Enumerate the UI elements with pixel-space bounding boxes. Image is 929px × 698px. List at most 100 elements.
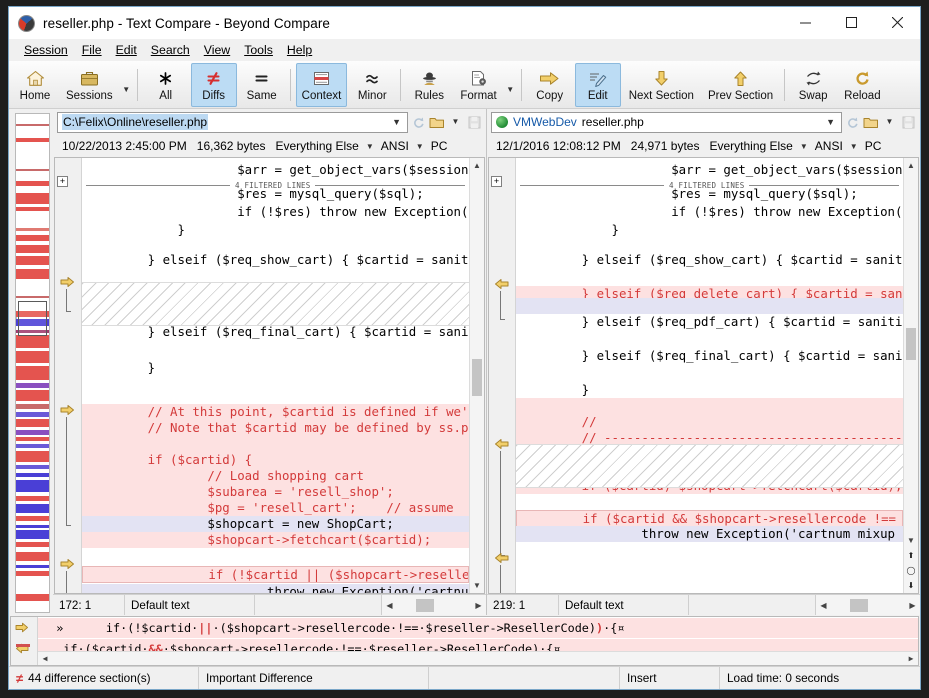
left-filter-value[interactable]: Everything Else	[272, 139, 361, 153]
code-line[interactable]: $shopcart->fetchcart($cartid);	[82, 532, 469, 548]
menu-session[interactable]: Session	[17, 40, 75, 60]
left-scroll-thumb[interactable]	[472, 359, 482, 396]
code-line[interactable]	[82, 378, 469, 394]
code-line[interactable]: } elseif ($req_final_cart) { $cartid = s…	[82, 324, 469, 340]
menu-tools[interactable]: Tools	[237, 40, 280, 60]
menu-search[interactable]: Search	[144, 40, 197, 60]
code-line[interactable]: }	[82, 360, 469, 376]
right-line-ending[interactable]: PC	[862, 139, 885, 153]
format-dropdown-caret[interactable]: ▼	[504, 63, 517, 107]
code-line[interactable]: // Load shopping cart	[82, 468, 469, 484]
toolbar-rules-button[interactable]: Rules	[406, 63, 452, 107]
detail-text-area[interactable]: if·($cartid·&&·$shopcart->resellercode·!…	[38, 617, 918, 665]
expand-filtered-lines-button[interactable]: +	[491, 176, 502, 187]
code-line[interactable]: $arr = get_object_vars($session);	[82, 162, 469, 178]
left-path-input[interactable]: C:\Felix\Online\reseller.php ▼	[57, 111, 408, 133]
toolbar-diffs-button[interactable]: Diffs	[190, 62, 237, 107]
code-line[interactable]	[516, 332, 903, 348]
code-line[interactable]: $arr = get_object_vars($session);	[516, 162, 903, 178]
left-editor[interactable]: + $arr = get_object_vars($session); $res…	[54, 157, 485, 594]
right-refresh-icon[interactable]	[842, 112, 861, 133]
right-encoding-value[interactable]: ANSI	[812, 139, 846, 153]
copy-to-right-marker[interactable]	[60, 276, 75, 291]
code-line[interactable]: if (!$res) throw new Exception('fa:	[516, 204, 903, 220]
right-hscroll-left-arrow[interactable]: ◀	[816, 601, 831, 610]
code-line[interactable]: $subarea = 'resell_shop';	[82, 484, 469, 500]
detail-line[interactable]: » if·(!$cartid·||·($shopcart->resellerco…	[38, 618, 918, 638]
toolbar-next-section-button[interactable]: Next Section	[623, 63, 700, 107]
right-path-input[interactable]: VMWebDev reseller.php ▼	[491, 111, 842, 133]
difference-map-track[interactable]	[15, 113, 50, 613]
right-hscroll-thumb[interactable]	[850, 598, 868, 612]
left-save-icon[interactable]	[465, 112, 484, 133]
menu-help[interactable]: Help	[280, 40, 319, 60]
left-filter-caret[interactable]: ▼	[366, 142, 374, 151]
toolbar-minor-button[interactable]: Minor	[349, 63, 395, 107]
difference-map[interactable]	[9, 109, 53, 615]
copy-to-left-marker[interactable]	[494, 552, 509, 567]
scroll-center-difference-button[interactable]: ◯	[904, 563, 918, 578]
right-code-area[interactable]: $arr = get_object_vars($session); $res =…	[516, 158, 903, 593]
expand-filtered-lines-button[interactable]: +	[57, 176, 68, 187]
maximize-button[interactable]	[828, 7, 874, 38]
right-scroll-thumb[interactable]	[906, 327, 916, 361]
right-save-icon[interactable]	[899, 112, 918, 133]
code-line[interactable]	[82, 550, 469, 566]
right-browse-folder-icon[interactable]	[861, 112, 880, 133]
right-gutter[interactable]: +	[489, 158, 516, 593]
detail-hscroll-right-arrow[interactable]: ▶	[904, 654, 918, 663]
code-line[interactable]: } elseif ($req_final_cart) { $cartid = s…	[516, 348, 903, 364]
detail-compare-pane[interactable]: if·($cartid·&&·$shopcart->resellercode·!…	[10, 616, 919, 666]
left-browse-folder-icon[interactable]	[427, 112, 446, 133]
right-encoding-caret[interactable]: ▼	[850, 142, 858, 151]
scroll-first-difference-button[interactable]: ⬆	[904, 548, 918, 563]
code-line[interactable]: $shopcart = new ShopCart;	[82, 516, 469, 532]
code-line[interactable]: // At this point, $cartid is defined if …	[82, 404, 469, 420]
toolbar-swap-button[interactable]: Swap	[790, 63, 836, 107]
left-browse-dropdown-caret[interactable]: ▼	[446, 112, 465, 133]
copy-to-left-marker[interactable]	[494, 438, 509, 453]
left-line-ending[interactable]: PC	[428, 139, 451, 153]
code-line[interactable]: if ($cartid && $shopcart->resellercode !…	[516, 510, 903, 527]
left-scroll-down-arrow[interactable]: ▼	[470, 578, 484, 593]
left-code-area[interactable]: $arr = get_object_vars($session); $res =…	[82, 158, 469, 593]
left-refresh-icon[interactable]	[408, 112, 427, 133]
left-path-dropdown-caret[interactable]: ▼	[388, 117, 405, 127]
menu-file[interactable]: File	[75, 40, 109, 60]
code-line[interactable]	[516, 398, 903, 414]
code-line[interactable]	[516, 366, 903, 382]
code-line[interactable]	[516, 270, 903, 286]
code-line[interactable]	[82, 342, 469, 358]
menu-view[interactable]: View	[197, 40, 237, 60]
left-gutter[interactable]: +	[55, 158, 82, 593]
right-path-dropdown-caret[interactable]: ▼	[822, 117, 839, 127]
code-line[interactable]: }	[82, 222, 469, 238]
code-line[interactable]: }	[516, 382, 903, 398]
right-editor[interactable]: + $arr = get_object_vars($session); $res…	[488, 157, 919, 594]
diff-map-viewport[interactable]	[18, 300, 47, 336]
code-line[interactable]: $pg = 'resell_cart'; // assume	[82, 500, 469, 516]
left-hscroll-thumb[interactable]	[416, 598, 434, 612]
code-line[interactable]: } elseif ($req_pdf_cart) { $cartid = san…	[516, 314, 903, 330]
right-hscroll-track[interactable]	[831, 598, 905, 612]
right-horizontal-scrollbar[interactable]: ◀ ▶	[816, 595, 920, 615]
close-button[interactable]	[874, 7, 920, 38]
code-line[interactable]: if (!$res) throw new Exception('fai	[82, 204, 469, 220]
toolbar-copy-button[interactable]: Copy	[527, 63, 573, 107]
left-hscroll-track[interactable]	[397, 598, 471, 612]
left-scroll-track[interactable]	[470, 173, 484, 578]
left-horizontal-scrollbar[interactable]: ◀ ▶	[382, 595, 486, 615]
minimize-button[interactable]	[782, 7, 828, 38]
right-scroll-down-arrow[interactable]: ▼	[904, 533, 918, 548]
toolbar-sessions-button[interactable]: Sessions	[60, 63, 119, 107]
toolbar-home-button[interactable]: Home	[12, 63, 58, 107]
detail-copy-right-marker[interactable]	[15, 622, 29, 636]
code-line[interactable]	[516, 298, 903, 314]
copy-to-right-marker[interactable]	[60, 404, 75, 419]
right-hscroll-right-arrow[interactable]: ▶	[905, 601, 920, 610]
left-vertical-scrollbar[interactable]: ▲ ▼	[469, 158, 484, 593]
code-line[interactable]: } elseif ($req_show_cart) { $cartid = sa…	[82, 252, 469, 268]
toolbar-all-button[interactable]: All	[143, 63, 189, 107]
menu-edit[interactable]: Edit	[109, 40, 144, 60]
right-scroll-track[interactable]	[904, 173, 918, 533]
